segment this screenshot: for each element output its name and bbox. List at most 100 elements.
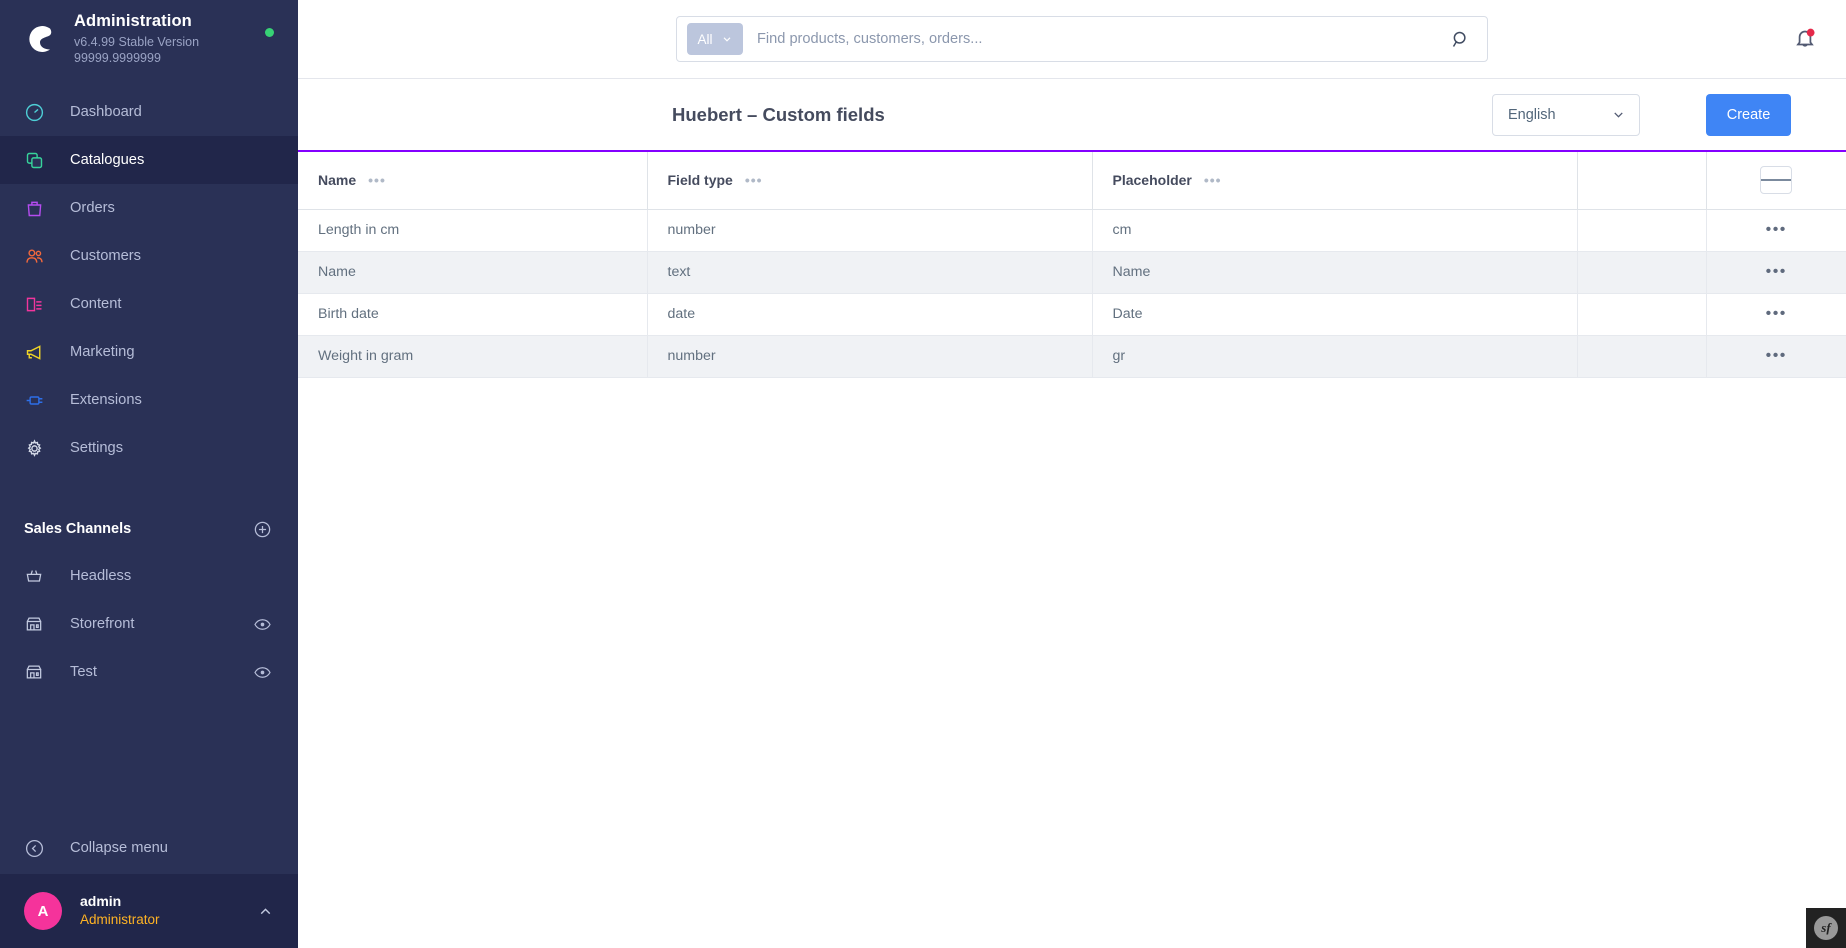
customers-icon	[24, 246, 54, 267]
cell-extra	[1577, 209, 1707, 252]
page-title: Huebert – Custom fields	[672, 103, 885, 125]
cell-actions: •••	[1706, 209, 1846, 252]
store-icon	[24, 662, 54, 682]
topbar: All	[298, 0, 1846, 79]
visibility-eye-icon[interactable]	[253, 663, 272, 682]
cell-placeholder: cm	[1092, 209, 1578, 252]
admin-app: Administration v6.4.99 Stable Version 99…	[0, 0, 1846, 948]
visibility-eye-icon[interactable]	[253, 615, 272, 634]
column-header-field-type[interactable]: Field type •••	[647, 152, 1093, 210]
column-header-spacer	[1577, 152, 1707, 210]
sidebar-item-catalogues[interactable]: Catalogues	[0, 136, 298, 184]
sidebar-item-label: Customers	[70, 248, 142, 264]
user-role: Administrator	[80, 912, 160, 928]
column-menu-icon[interactable]: •••	[368, 173, 386, 187]
row-actions-icon[interactable]: •••	[1766, 263, 1787, 280]
sidebar-item-orders[interactable]: Orders	[0, 184, 298, 232]
sidebar-item-headless[interactable]: Headless	[0, 552, 298, 600]
search-scope-label: All	[697, 31, 713, 47]
custom-fields-table: Name ••• Field type ••• Placeholder ••• …	[298, 152, 1846, 378]
catalogues-icon	[24, 150, 54, 171]
sidebar-item-storefront[interactable]: Storefront	[0, 600, 298, 648]
column-header-label: Placeholder	[1112, 172, 1192, 189]
sidebar-item-label: Marketing	[70, 344, 135, 360]
create-button[interactable]: Create	[1706, 93, 1791, 136]
cell-field-type: number	[647, 209, 1093, 252]
sidebar-item-customers[interactable]: Customers	[0, 232, 298, 280]
row-actions-icon[interactable]: •••	[1766, 347, 1787, 364]
main-area: All H	[298, 0, 1846, 948]
search-scope-selector[interactable]: All	[687, 23, 743, 55]
custom-fields-table-wrapper: Name ••• Field type ••• Placeholder ••• …	[298, 152, 1846, 948]
table-row[interactable]: Length in cm number cm •••	[298, 209, 1846, 252]
main-navigation: Dashboard Catalogues Orders Customers Co…	[0, 88, 298, 472]
table-header: Name ••• Field type ••• Placeholder •••	[298, 152, 1846, 210]
column-header-placeholder[interactable]: Placeholder •••	[1092, 152, 1578, 210]
table-row[interactable]: Name text Name •••	[298, 251, 1846, 294]
symfony-debug-toolbar[interactable]: sf	[1806, 908, 1846, 948]
add-sales-channel-icon[interactable]	[253, 520, 272, 539]
chevron-up-icon[interactable]	[257, 903, 274, 920]
sidebar-item-extensions[interactable]: Extensions	[0, 376, 298, 424]
sidebar-item-label: Content	[70, 296, 122, 312]
brand-header: Administration v6.4.99 Stable Version 99…	[0, 0, 298, 78]
cell-name: Length in cm	[298, 209, 648, 252]
cell-actions: •••	[1706, 335, 1846, 378]
table-body: Length in cm number cm ••• Name text Nam…	[298, 209, 1846, 378]
sidebar-item-content[interactable]: Content	[0, 280, 298, 328]
notifications-button[interactable]	[1792, 25, 1818, 56]
orders-icon	[24, 198, 54, 219]
settings-icon	[24, 438, 54, 459]
marketing-icon	[24, 342, 54, 363]
sidebar-item-label: Settings	[70, 440, 124, 456]
dashboard-icon	[24, 102, 54, 123]
sidebar-item-marketing[interactable]: Marketing	[0, 328, 298, 376]
chevron-down-icon	[1614, 112, 1623, 118]
cell-field-type: date	[647, 293, 1093, 336]
column-header-name[interactable]: Name •••	[298, 152, 648, 210]
chevron-down-icon	[723, 37, 730, 42]
search-input[interactable]	[757, 31, 1450, 47]
row-actions-icon[interactable]: •••	[1766, 305, 1787, 322]
collapse-menu-button[interactable]: Collapse menu	[0, 822, 298, 874]
row-actions-icon[interactable]: •••	[1766, 221, 1787, 238]
sidebar-item-label: Headless	[70, 568, 132, 584]
cell-field-type: text	[647, 251, 1093, 294]
page-header: Huebert – Custom fields English Create	[298, 79, 1846, 152]
cell-actions: •••	[1706, 251, 1846, 294]
column-header-label: Field type	[667, 172, 733, 189]
basket-icon	[24, 566, 54, 586]
cell-name: Name	[298, 251, 648, 294]
sales-channels-header: Sales Channels	[0, 506, 298, 552]
collapse-menu-label: Collapse menu	[70, 840, 168, 856]
sidebar-item-settings[interactable]: Settings	[0, 424, 298, 472]
column-menu-icon[interactable]: •••	[1204, 173, 1222, 187]
search-icon[interactable]	[1450, 29, 1471, 50]
content-icon	[24, 294, 54, 315]
shopware-logo-icon	[20, 19, 60, 59]
column-header-label: Name	[318, 172, 357, 189]
cell-extra	[1577, 251, 1707, 294]
cell-extra	[1577, 293, 1707, 336]
store-icon	[24, 614, 54, 634]
user-menu[interactable]: A admin Administrator	[0, 874, 298, 948]
avatar: A	[24, 892, 62, 930]
sidebar-item-label: Catalogues	[70, 152, 145, 168]
language-select[interactable]: English	[1492, 93, 1640, 136]
sidebar-item-label: Test	[70, 664, 97, 680]
column-menu-icon[interactable]: •••	[745, 173, 763, 187]
cell-placeholder: Date	[1092, 293, 1578, 336]
sidebar-item-label: Storefront	[70, 616, 135, 632]
column-header-settings	[1706, 152, 1846, 210]
table-header-row: Name ••• Field type ••• Placeholder •••	[298, 152, 1846, 210]
language-select-value: English	[1508, 106, 1556, 123]
global-search[interactable]: All	[676, 16, 1488, 62]
sidebar-item-dashboard[interactable]: Dashboard	[0, 88, 298, 136]
table-row[interactable]: Birth date date Date •••	[298, 293, 1846, 336]
sidebar-item-test[interactable]: Test	[0, 648, 298, 696]
table-settings-hamburger-icon[interactable]	[1760, 166, 1793, 195]
notification-badge	[1806, 28, 1815, 37]
table-row[interactable]: Weight in gram number gr •••	[298, 335, 1846, 378]
brand-version: v6.4.99 Stable Version 99999.9999999	[74, 35, 200, 66]
